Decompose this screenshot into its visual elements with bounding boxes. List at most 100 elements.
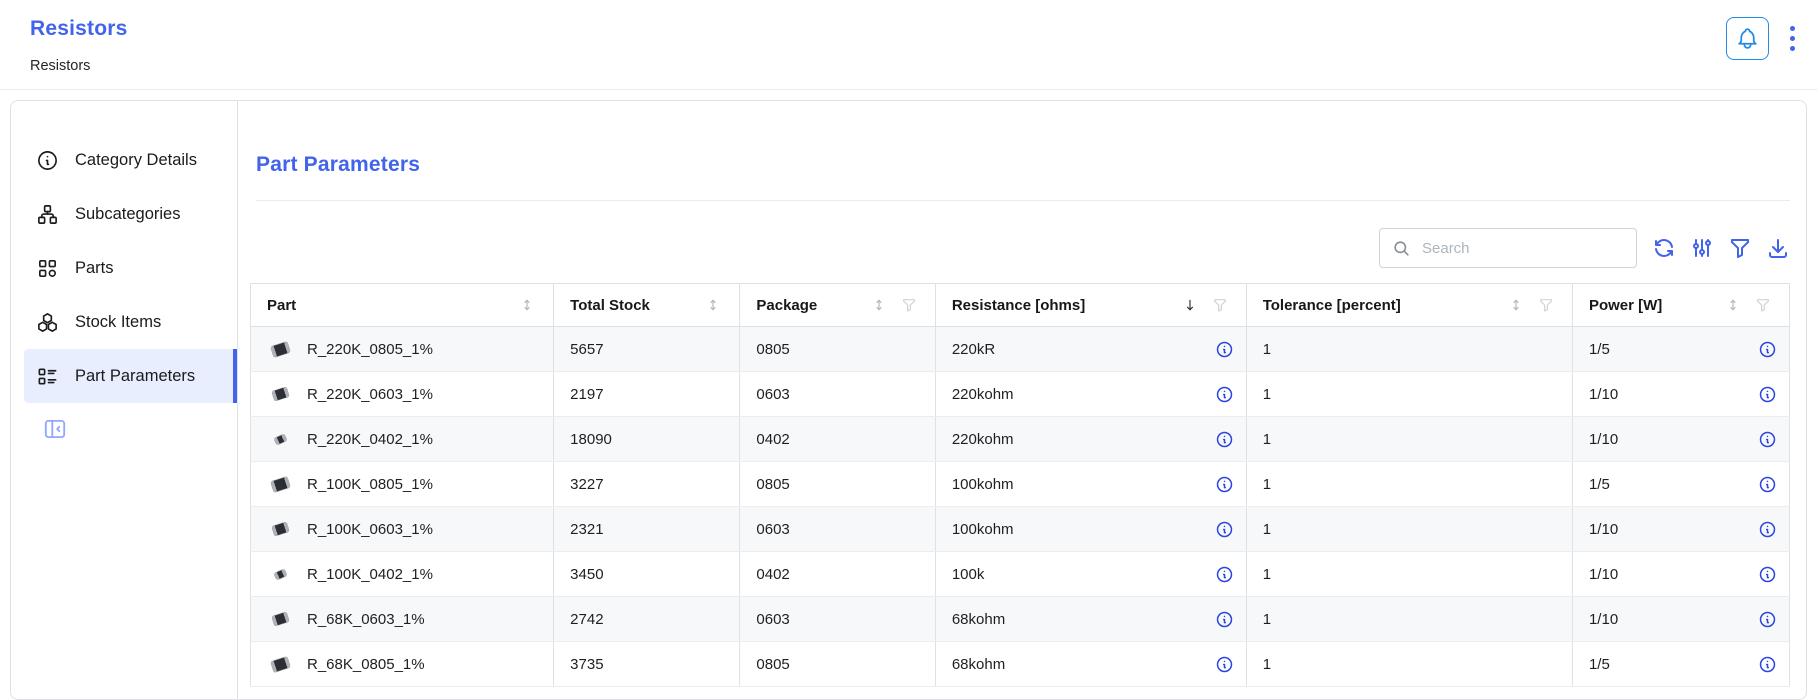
cell-package: 0805 [740,327,935,372]
column-filter-icon[interactable] [1755,297,1771,313]
part-name: R_100K_0805_1% [307,476,433,493]
sidebar-item-part-parameters[interactable]: Part Parameters [24,349,237,403]
info-icon[interactable] [1758,475,1777,494]
dots-vertical-icon[interactable] [1784,22,1801,55]
cell-power: 1/5 [1572,462,1789,507]
part-name: R_68K_0603_1% [307,611,425,628]
filter-button[interactable] [1728,236,1752,260]
cell-power: 1/10 [1572,372,1789,417]
cell-tolerance: 1 [1246,462,1572,507]
info-icon[interactable] [1215,565,1234,584]
part-name: R_100K_0603_1% [307,521,433,538]
search-input[interactable] [1420,239,1624,258]
sidebar-item-parts[interactable]: Parts [24,241,237,295]
cell-resistance: 100k [935,552,1246,597]
table-row[interactable]: R_220K_0805_1% 5657 0805 220kR1 1/5 [251,327,1790,372]
power-value: 1/5 [1589,341,1610,358]
sort-desc-icon[interactable] [1182,297,1198,313]
sidebar-item-label: Category Details [75,151,197,170]
refresh-icon [1652,236,1676,260]
column-header-part[interactable]: Part [251,284,554,327]
cell-part: R_68K_0603_1% [251,597,554,642]
column-filter-icon[interactable] [1212,297,1228,313]
table-row[interactable]: R_220K_0603_1%21970603220kohm11/10 [251,372,1790,417]
package-value: 0805 [756,476,789,493]
info-icon[interactable] [1758,610,1777,629]
cell-resistance: 68kohm [935,642,1246,687]
column-filter-icon[interactable] [1538,297,1554,313]
part-thumbnail [267,571,293,578]
info-icon[interactable] [1758,340,1777,359]
info-icon[interactable] [1758,385,1777,404]
info-icon[interactable] [1215,340,1234,359]
adjustments-button[interactable] [1690,236,1714,260]
tolerance-value: 1 [1263,476,1271,493]
cell-part: R_220K_0402_1% [251,417,554,462]
column-header-tolerance[interactable]: Tolerance [percent] [1246,284,1572,327]
info-icon[interactable] [1215,610,1234,629]
table-row[interactable]: R_100K_0805_1%32270805100kohm11/5 [251,462,1790,507]
info-icon[interactable] [1758,430,1777,449]
sidebar-item-subcategories[interactable]: Subcategories [24,187,237,241]
info-icon[interactable] [1758,565,1777,584]
notifications-button[interactable] [1726,17,1769,60]
download-button[interactable] [1766,236,1790,260]
refresh-button[interactable] [1652,236,1676,260]
sidebar-collapse-button[interactable] [42,416,68,442]
sort-both-icon[interactable] [705,297,721,313]
table-row[interactable]: R_220K_0402_1%180900402220kohm11/10 [251,417,1790,462]
cell-total_stock: 5657 [554,327,740,372]
download-icon [1766,236,1790,260]
resistance-value: 220kohm [952,386,1014,403]
part-name: R_220K_0805_1% [307,341,433,358]
resistor-chip-image [271,387,288,401]
info-icon[interactable] [1215,385,1234,404]
package-value: 0805 [756,341,789,358]
info-icon[interactable] [1758,655,1777,674]
cell-power: 1/10 [1572,552,1789,597]
column-header-total_stock[interactable]: Total Stock [554,284,740,327]
resistance-value: 100kohm [952,476,1014,493]
info-icon[interactable] [1215,430,1234,449]
cell-package: 0603 [740,507,935,552]
column-header-power[interactable]: Power [W] [1572,284,1789,327]
table-row[interactable]: R_68K_0603_1%2742060368kohm11/10 [251,597,1790,642]
column-label: Power [W] [1589,297,1725,314]
info-icon[interactable] [1215,520,1234,539]
cell-part: R_68K_0805_1% [251,642,554,687]
cell-power: 1/10 [1572,507,1789,552]
total_stock-value: 2321 [570,521,603,538]
sidebar-item-stock-items[interactable]: Stock Items [24,295,237,349]
sidebar-item-category-details[interactable]: Category Details [24,133,237,187]
cell-package: 0603 [740,372,935,417]
cell-total_stock: 3450 [554,552,740,597]
sort-both-icon[interactable] [871,297,887,313]
cell-tolerance: 1 [1246,327,1572,372]
column-header-package[interactable]: Package [740,284,935,327]
breadcrumb[interactable]: Resistors [30,58,90,74]
sort-both-icon[interactable] [519,297,535,313]
power-value: 1/5 [1589,656,1610,673]
heading-divider [256,200,1790,201]
sort-both-icon[interactable] [1508,297,1524,313]
resistor-chip-image [270,341,290,357]
column-header-resistance[interactable]: Resistance [ohms] [935,284,1246,327]
resistor-chip-image [270,476,290,492]
package-value: 0402 [756,431,789,448]
info-icon[interactable] [1758,520,1777,539]
cell-resistance: 220kR [935,327,1246,372]
sitemap-icon [36,203,59,226]
cell-total_stock: 2742 [554,597,740,642]
part-thumbnail [267,614,293,624]
table-row[interactable]: R_68K_0805_1%3735080568kohm11/5 [251,642,1790,687]
cell-resistance: 100kohm [935,507,1246,552]
info-icon[interactable] [1215,475,1234,494]
info-icon[interactable] [1215,655,1234,674]
table-row[interactable]: R_100K_0402_1%34500402100k11/10 [251,552,1790,597]
column-filter-icon[interactable] [901,297,917,313]
table-row[interactable]: R_100K_0603_1%23210603100kohm11/10 [251,507,1790,552]
sort-both-icon[interactable] [1725,297,1741,313]
panel-content: Part Parameters PartTotal StockPackageRe… [238,101,1806,699]
search-box [1379,228,1637,268]
package-value: 0603 [756,611,789,628]
